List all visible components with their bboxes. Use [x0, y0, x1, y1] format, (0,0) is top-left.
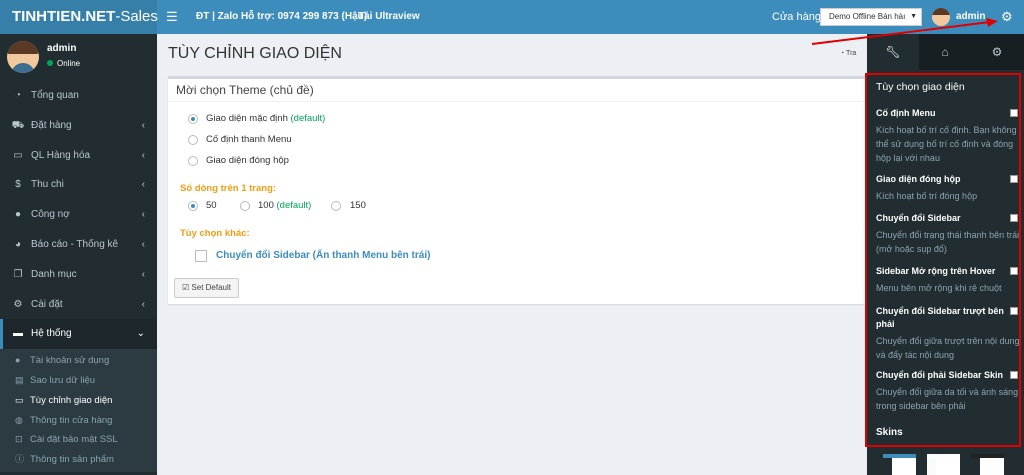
sidebar-item-label: Báo cáo - Thống kê	[31, 238, 119, 250]
theme-default-radio[interactable]	[188, 114, 198, 124]
credit-card-icon: ▭	[15, 394, 24, 405]
submenu-item-label: Thông tin sản phẩm	[30, 454, 114, 466]
chevron-left-icon: ‹	[141, 179, 145, 191]
brand-logo[interactable]: TINHTIEN.NET-Sales	[0, 0, 158, 34]
lock-icon: ⊡	[15, 434, 23, 445]
sidebar-item-products[interactable]: ▭ QL Hàng hóa ‹	[0, 141, 157, 171]
chevron-left-icon: ‹	[141, 238, 145, 250]
content-header: TÙY CHỈNH GIAO DIỆN ◔ Tra	[157, 34, 867, 74]
chevron-left-icon: ‹	[141, 209, 145, 221]
sidebar-item-catalog[interactable]: ❐ Danh mục ‹	[0, 260, 157, 290]
submenu-item-label: Tùy chỉnh giao diện	[30, 394, 113, 406]
brand-name: TINHTIEN.NET	[12, 8, 116, 25]
chevron-left-icon: ‹	[141, 119, 145, 131]
info-icon: ⓘ	[15, 454, 25, 465]
brand-suffix: -Sales	[115, 8, 158, 25]
set-default-button[interactable]: ☑ Set Default	[174, 278, 239, 298]
submenu-item-label: Tài khoản sử dụng	[30, 355, 110, 367]
annotation-arrow-icon	[811, 18, 998, 45]
theme-fixed-radio[interactable]	[188, 135, 198, 145]
check-square-icon: ☑	[182, 283, 192, 292]
skin-light-swatch[interactable]	[927, 454, 960, 475]
chevron-left-icon: ‹	[141, 268, 145, 280]
copy-icon: ❐	[13, 268, 23, 280]
system-submenu: ● Tài khoản sử dụng ▤ Sao lưu dữ liệu ▭ Tùy…	[0, 349, 157, 472]
sidebar-item-label: Thu chi	[31, 179, 64, 191]
theme-default-label: Giao diện mặc định (default)	[206, 113, 326, 124]
sidebar-item-label: Tổng quan	[31, 90, 79, 101]
theme-box: Mời chọn Theme (chủ đề) Giao diện mặc đị…	[168, 76, 868, 304]
submenu-item-label: Cài đặt bảo mật SSL	[30, 434, 118, 446]
user-status: Online	[47, 59, 80, 68]
chevron-left-icon: ‹	[141, 149, 145, 161]
submenu-item-ssl[interactable]: ⊡ Cài đặt bảo mật SSL	[0, 430, 157, 450]
rows-100-label: 100 (default)	[258, 200, 312, 211]
sidebar-item-orders[interactable]: ⛟ Đặt hàng ‹	[0, 111, 157, 141]
submenu-item-store-info[interactable]: ◍ Thông tin cửa hàng	[0, 411, 157, 431]
rows-150-label: 150	[350, 200, 366, 211]
status-text: Online	[57, 59, 81, 68]
set-default-label: Set Default	[191, 283, 231, 292]
sidebar-item-label: QL Hàng hóa	[31, 149, 91, 161]
box-title: Mời chọn Theme (chủ đề)	[176, 83, 314, 97]
user-icon: ●	[14, 209, 22, 221]
highlight-box	[865, 73, 1021, 447]
gear-icon: ⚙	[13, 298, 23, 310]
submenu-item-product-info[interactable]: ⓘ Thông tin sản phẩm	[0, 450, 157, 470]
hotline-link[interactable]: ĐT | Zalo Hỗ trợ: 0974 299 873 (Hậu)	[196, 0, 367, 34]
sidebar: admin Online ◔ Tổng quan ⛟ Đặt hàng ‹ ▭ QL H…	[0, 34, 157, 475]
sidebar-item-label: Cài đặt	[31, 298, 63, 310]
theme-boxed-label: Giao diện đóng hộp	[206, 155, 289, 166]
sidebar-item-overview[interactable]: ◔ Tổng quan	[0, 81, 157, 111]
divider	[168, 101, 868, 102]
sidebar-toggle-label[interactable]: Chuyển đổi Sidebar (Ẩn thanh Menu bên tr…	[216, 250, 430, 261]
chevron-down-icon: ⌄	[136, 328, 145, 340]
other-options-label: Tùy chọn khác:	[180, 228, 250, 239]
credit-card-icon: ▭	[13, 149, 23, 161]
sidebar-item-reports[interactable]: ◕ Báo cáo - Thống kê ‹	[0, 230, 157, 260]
breadcrumb-text: Tra	[846, 50, 857, 57]
sidebar-item-label: Công nợ	[31, 209, 70, 221]
sidebar-toggle-checkbox[interactable]	[195, 250, 207, 262]
breadcrumb[interactable]: ◔ Tra	[840, 50, 856, 57]
dashboard-icon: ◔	[14, 90, 22, 101]
online-dot-icon	[47, 60, 53, 66]
database-icon: ▤	[15, 374, 24, 385]
cart-icon: ⛟	[11, 119, 25, 131]
gears-icon[interactable]: ⚙	[1001, 9, 1013, 25]
theme-boxed-radio[interactable]	[188, 156, 198, 166]
user-icon: ●	[15, 355, 21, 366]
rows-50-radio[interactable]	[188, 201, 198, 211]
rows-50-label: 50	[206, 200, 217, 211]
skin-blue-swatch[interactable]	[883, 454, 916, 475]
pie-chart-icon: ◕	[14, 238, 22, 250]
sidebar-item-cashflow[interactable]: $ Thu chi ‹	[0, 170, 157, 200]
chevron-left-icon: ‹	[141, 298, 145, 310]
laptop-icon: ▬	[13, 328, 23, 340]
sidebar-item-label: Hệ thống	[31, 328, 72, 340]
ultraview-link[interactable]: Tải Ultraview	[358, 0, 420, 34]
submenu-item-accounts[interactable]: ● Tài khoản sử dụng	[0, 351, 157, 371]
globe-icon: ◍	[15, 414, 23, 425]
user-name: admin	[47, 43, 77, 54]
submenu-item-customize-ui[interactable]: ▭ Tùy chỉnh giao diện	[0, 391, 157, 411]
sidebar-item-label: Danh mục	[31, 268, 77, 280]
rows-100-radio[interactable]	[240, 201, 250, 211]
user-panel: admin Online	[0, 34, 157, 81]
submenu-item-label: Sao lưu dữ liệu	[30, 374, 96, 386]
sidebar-item-settings[interactable]: ⚙ Cài đặt ‹	[0, 290, 157, 320]
avatar	[7, 41, 39, 73]
sidebar-item-debt[interactable]: ● Công nợ ‹	[0, 200, 157, 230]
hamburger-icon[interactable]: ☰	[166, 9, 178, 25]
submenu-item-label: Thông tin cửa hàng	[30, 414, 113, 426]
theme-fixed-label: Cố định thanh Menu	[206, 134, 292, 145]
rows-label: Số dòng trên 1 trang:	[180, 183, 277, 194]
skin-dark-swatch[interactable]	[971, 454, 1004, 475]
rows-150-radio[interactable]	[331, 201, 341, 211]
page-title: TÙY CHỈNH GIAO DIỆN	[168, 45, 342, 62]
sidebar-item-label: Đặt hàng	[31, 119, 72, 131]
dollar-icon: $	[15, 179, 21, 191]
sidebar-item-system[interactable]: ▬ Hệ thống ⌄	[0, 319, 157, 350]
submenu-item-backup[interactable]: ▤ Sao lưu dữ liệu	[0, 371, 157, 391]
